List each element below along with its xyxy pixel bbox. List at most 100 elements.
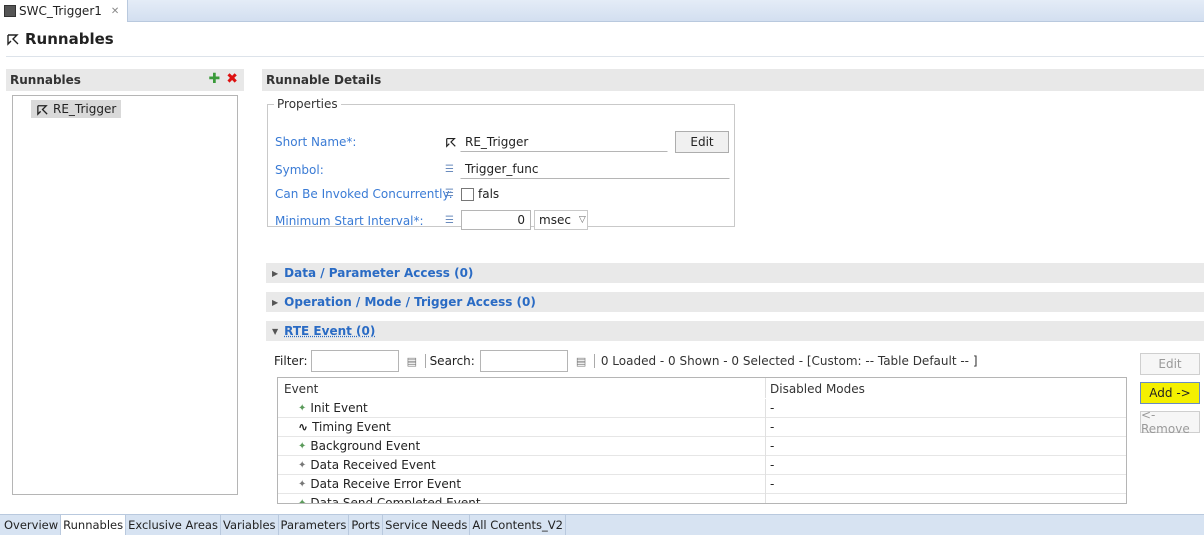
column-divider xyxy=(765,418,766,437)
section-data-access-label: Data / Parameter Access (0) xyxy=(284,266,474,280)
table-row[interactable]: ∿ Timing Event - xyxy=(278,418,1126,437)
column-header-disabled-modes[interactable]: Disabled Modes xyxy=(770,382,865,396)
page-header: Runnables xyxy=(6,30,114,48)
short-name-field[interactable]: RE_Trigger xyxy=(460,132,668,152)
search-input[interactable] xyxy=(479,350,568,372)
edit-short-name-button[interactable]: Edit xyxy=(675,131,729,153)
clear-filter-icon[interactable]: ▤ xyxy=(407,355,421,368)
disabled-modes-value: - xyxy=(770,458,775,472)
clear-search-icon[interactable]: ▤ xyxy=(576,355,590,368)
editor-tab[interactable]: SWC_Trigger1 ✕ xyxy=(0,0,129,22)
runnables-panel-title: Runnables xyxy=(10,73,81,87)
editor-file-icon xyxy=(4,5,16,17)
min-interval-label: Minimum Start Interval*: xyxy=(275,214,424,228)
add-icon[interactable]: ✚ xyxy=(209,71,221,87)
list-icon: ☰ xyxy=(445,188,454,199)
table-row[interactable]: ✦ Data Receive Error Event - xyxy=(278,475,1126,494)
list-icon: ☰ xyxy=(445,164,454,175)
section-data-access[interactable]: ▶ Data / Parameter Access (0) xyxy=(266,263,1204,283)
runnables-panel-header: Runnables ✚ ✖ xyxy=(6,69,244,91)
event-name: Data Send Completed Event xyxy=(310,496,481,504)
event-icon: ✦ xyxy=(298,478,307,490)
column-header-event[interactable]: Event xyxy=(284,382,318,396)
column-divider xyxy=(765,437,766,456)
symbol-label: Symbol: xyxy=(275,163,324,177)
editor-tab-title: SWC_Trigger1 xyxy=(19,4,102,18)
event-icon: ✦ xyxy=(298,402,307,414)
table-row[interactable]: ✦ Background Event - xyxy=(278,437,1126,456)
divider xyxy=(6,56,1204,57)
chevron-right-icon: ▶ xyxy=(272,297,279,307)
tree-item-re-trigger[interactable]: RE_Trigger xyxy=(31,100,122,118)
disabled-modes-value: - xyxy=(770,496,775,504)
runnable-icon xyxy=(7,34,19,46)
disabled-modes-value: - xyxy=(770,439,775,453)
interval-unit-value: msec xyxy=(539,213,571,227)
tab-runnables[interactable]: Runnables xyxy=(61,515,127,535)
min-interval-value: 0 xyxy=(517,213,525,227)
add-event-button[interactable]: Add -> xyxy=(1140,382,1200,404)
event-icon: ✦ xyxy=(298,440,307,452)
tree-item-label: RE_Trigger xyxy=(53,102,117,116)
section-rte-event-label: RTE Event (0) xyxy=(284,324,376,338)
short-name-value: RE_Trigger xyxy=(465,135,529,149)
filter-label: Filter: xyxy=(274,354,308,368)
column-divider xyxy=(765,378,766,398)
filter-input[interactable] xyxy=(310,350,399,372)
runnable-icon xyxy=(446,137,456,148)
table-row[interactable]: ✦ Data Received Event - xyxy=(278,456,1126,475)
table-row[interactable]: ✦ Init Event - xyxy=(278,399,1126,418)
event-icon: ✦ xyxy=(298,459,307,471)
column-divider xyxy=(765,494,766,503)
timing-icon: ∿ xyxy=(298,420,309,434)
tab-parameters[interactable]: Parameters xyxy=(279,515,350,535)
chevron-right-icon: ▶ xyxy=(272,268,279,278)
event-name: Data Receive Error Event xyxy=(310,477,462,491)
disabled-modes-value: - xyxy=(770,420,775,434)
chevron-down-icon: ▼ xyxy=(272,326,279,336)
interval-unit-select[interactable]: msec ▽ xyxy=(534,210,588,230)
disabled-modes-value: - xyxy=(770,477,775,491)
tab-ports[interactable]: Ports xyxy=(349,515,384,535)
properties-legend: Properties xyxy=(277,97,338,111)
column-divider xyxy=(765,399,766,418)
symbol-value: Trigger_func xyxy=(465,162,539,176)
section-operation-access[interactable]: ▶ Operation / Mode / Trigger Access (0) xyxy=(266,292,1204,312)
concurrent-checkbox[interactable] xyxy=(461,188,474,201)
divider xyxy=(593,354,595,368)
properties-group: Properties Short Name*: RE_Trigger Edit … xyxy=(267,97,735,230)
editor-page-tabs: Overview Runnables Exclusive Areas Varia… xyxy=(0,514,1204,535)
runnable-details-header: Runnable Details xyxy=(262,69,1204,91)
table-status: 0 Loaded - 0 Shown - 0 Selected - [Custo… xyxy=(600,354,978,368)
edit-event-button[interactable]: Edit xyxy=(1140,353,1200,375)
tab-all-contents[interactable]: All Contents_V2 xyxy=(470,515,566,535)
min-interval-field[interactable]: 0 xyxy=(461,210,531,230)
event-name: Background Event xyxy=(310,439,421,453)
short-name-label: Short Name*: xyxy=(275,135,357,149)
symbol-field[interactable]: Trigger_func xyxy=(460,159,730,179)
event-name: Data Received Event xyxy=(310,458,436,472)
chevron-down-icon: ▽ xyxy=(578,215,586,225)
close-icon[interactable]: ✕ xyxy=(111,6,119,17)
runnable-icon xyxy=(37,104,48,116)
list-icon: ☰ xyxy=(445,215,454,226)
column-divider xyxy=(765,456,766,475)
delete-icon[interactable]: ✖ xyxy=(226,71,238,87)
tab-variables[interactable]: Variables xyxy=(221,515,279,535)
runnable-details-title: Runnable Details xyxy=(266,73,382,87)
event-name: Init Event xyxy=(310,401,368,415)
event-name: Timing Event xyxy=(312,420,391,434)
editor-tab-bar: SWC_Trigger1 ✕ xyxy=(0,0,1204,22)
rte-event-table: Event Disabled Modes ✦ Init Event - ∿ Timi… xyxy=(277,377,1127,504)
concurrent-label: Can Be Invoked Concurrently: xyxy=(275,187,453,201)
search-label: Search: xyxy=(429,354,475,368)
concurrent-value: fals xyxy=(478,187,500,201)
table-row[interactable]: ✦ Data Send Completed Event - xyxy=(278,494,1126,504)
runnables-tree: RE_Trigger xyxy=(12,95,238,495)
filter-bar: Filter: ▤ Search: ▤ 0 Loaded - 0 Shown -… xyxy=(274,350,978,372)
tab-exclusive-areas[interactable]: Exclusive Areas xyxy=(126,515,221,535)
tab-overview[interactable]: Overview xyxy=(0,515,62,535)
tab-service-needs[interactable]: Service Needs xyxy=(383,515,471,535)
remove-event-button[interactable]: <- Remove xyxy=(1140,408,1200,436)
section-rte-event[interactable]: ▼ RTE Event (0) xyxy=(266,321,1204,341)
